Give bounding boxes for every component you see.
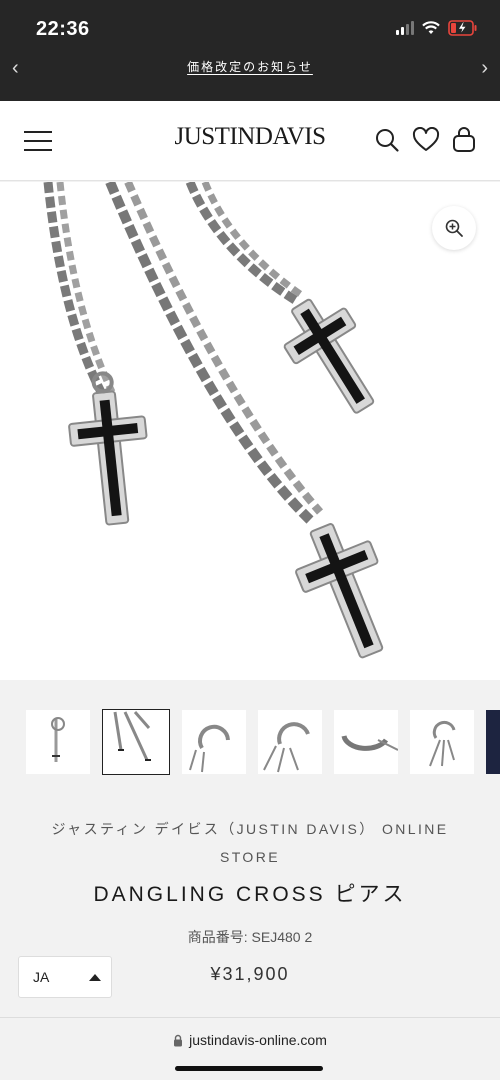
language-select-value: JA <box>33 969 50 985</box>
search-icon[interactable] <box>374 127 400 153</box>
thumbnail-5[interactable] <box>334 710 398 774</box>
url-display[interactable]: justindavis-online.com <box>0 1032 500 1048</box>
thumbnail-strip <box>26 709 500 776</box>
site-header: JUSTINDAVIS <box>0 101 500 181</box>
wifi-icon <box>422 21 440 34</box>
cross-pendant-right <box>283 298 375 414</box>
language-select[interactable]: JA <box>18 956 112 998</box>
announcement-bar[interactable]: 価格改定のお知らせ <box>0 58 500 82</box>
product-title: DANGLING CROSS ピアス <box>93 883 407 906</box>
status-icons <box>396 20 478 36</box>
url-text: justindavis-online.com <box>189 1032 327 1048</box>
caret-up-icon <box>89 974 101 981</box>
browser-url-bar[interactable]: justindavis-online.com <box>0 1017 500 1080</box>
bag-icon[interactable] <box>452 127 476 153</box>
heart-icon[interactable] <box>412 127 440 153</box>
battery-low-icon <box>448 20 477 36</box>
product-sku: 商品番号: SEJ480 2 <box>187 929 313 945</box>
thumbnail-6[interactable] <box>410 710 474 774</box>
header-actions <box>374 127 476 153</box>
home-indicator <box>175 1066 323 1071</box>
cross-pendant-left <box>68 371 148 526</box>
lock-icon <box>174 1034 183 1046</box>
zoom-button[interactable] <box>432 206 476 250</box>
cross-pendant-center <box>295 523 384 659</box>
product-photo <box>43 182 384 659</box>
zoom-in-icon <box>445 219 463 237</box>
product-main-image[interactable] <box>0 182 500 680</box>
thumbnail-7[interactable] <box>486 710 500 774</box>
thumbnail-3[interactable] <box>182 710 246 774</box>
chevron-right-icon[interactable]: › <box>481 56 488 80</box>
announcement-link[interactable]: 価格改定のお知らせ <box>187 60 313 74</box>
product-vendor[interactable]: ジャスティン デイビス（JUSTIN DAVIS） ONLINE STORE <box>30 815 470 871</box>
thumbnail-1[interactable] <box>26 710 90 774</box>
cellular-signal-icon <box>396 21 414 35</box>
thumbnail-4[interactable] <box>258 710 322 774</box>
status-time: 22:36 <box>36 18 90 40</box>
thumbnail-2[interactable] <box>102 709 170 775</box>
top-bar: 22:36 ‹ 価格改定のお知らせ › <box>0 0 500 101</box>
